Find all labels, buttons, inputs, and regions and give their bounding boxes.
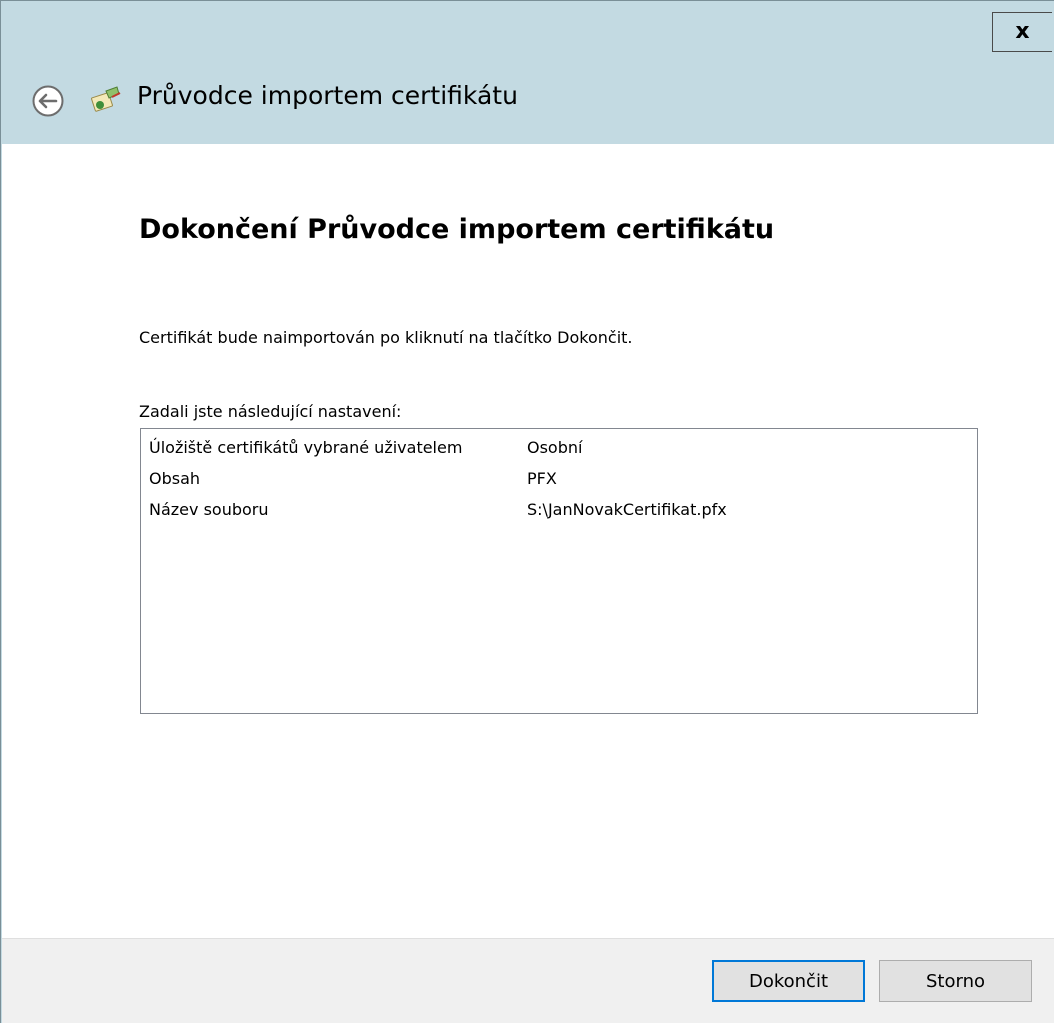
settings-value: Osobní [527,438,583,457]
settings-label: Zadali jste následující nastavení: [139,402,402,421]
settings-value: S:\JanNovakCertifikat.pfx [527,500,727,519]
info-text: Certifikát bude naimportován po kliknutí… [139,328,633,347]
settings-row: Název souboru S:\JanNovakCertifikat.pfx [149,500,949,524]
wizard-title: Průvodce importem certifikátu [137,81,518,110]
settings-key: Název souboru [149,500,269,519]
settings-list[interactable]: Úložiště certifikátů vybrané uživatelem … [140,428,978,714]
certificate-wizard-icon [90,85,122,115]
finish-button[interactable]: Dokončit [712,960,865,1002]
page-heading: Dokončení Průvodce importem certifikátu [139,214,775,245]
settings-row: Úložiště certifikátů vybrané uživatelem … [149,438,949,462]
close-icon: x [1015,19,1030,44]
settings-key: Obsah [149,469,201,488]
cancel-button[interactable]: Storno [879,960,1032,1002]
back-button[interactable] [31,84,65,118]
settings-row: Obsah PFX [149,469,949,493]
back-arrow-icon [32,85,64,117]
wizard-window: x Průvodce importem certifikátu Dokončen… [0,0,1054,1023]
settings-key: Úložiště certifikátů vybrané uživatelem [149,438,463,457]
close-button[interactable]: x [992,12,1052,52]
settings-value: PFX [527,469,557,488]
